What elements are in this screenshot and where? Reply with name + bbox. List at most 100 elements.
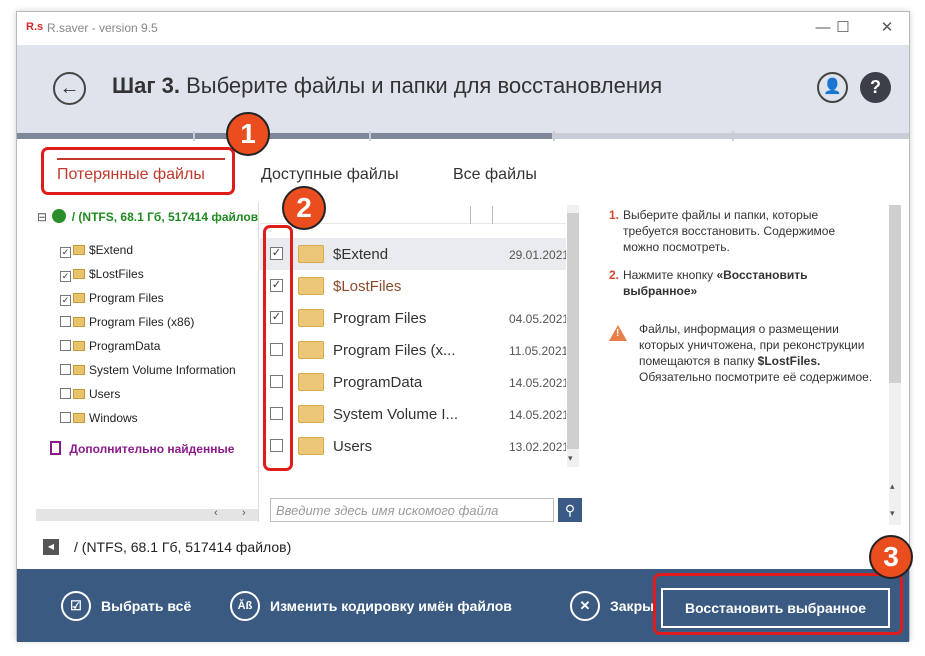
- file-row[interactable]: ✓ $Extend 29.01.2021: [260, 238, 566, 270]
- help-scrollbar[interactable]: ▴ ▾: [889, 205, 901, 525]
- folder-icon: [298, 309, 324, 327]
- file-name: $Extend: [333, 246, 389, 263]
- highlight-tab: [41, 147, 235, 195]
- column-separator[interactable]: [470, 206, 471, 224]
- folder-icon: [298, 437, 324, 455]
- file-row[interactable]: Windows14.05.2021: [260, 462, 566, 469]
- tree-item-checkbox[interactable]: ✓: [60, 295, 71, 306]
- file-row[interactable]: System Volume I... 14.05.2021: [260, 398, 566, 430]
- tree-item[interactable]: ✓ Program Files: [60, 291, 164, 311]
- scroll-right-icon[interactable]: ›: [242, 507, 246, 519]
- tree-extra-found[interactable]: Дополнительно найденные: [50, 441, 234, 461]
- folder-icon: [298, 405, 324, 423]
- progress-tick: [369, 131, 371, 141]
- scrollbar-thumb[interactable]: [889, 205, 901, 383]
- file-list-scrollbar[interactable]: ▾: [567, 205, 579, 467]
- progress-fill: [17, 133, 553, 139]
- tree-item[interactable]: Windows: [60, 411, 138, 431]
- help-step-2-text: Нажмите кнопку «Восстановить выбранное»: [623, 267, 873, 299]
- wizard-header: ← Шаг 3. Выберите файлы и папки для восс…: [17, 45, 909, 133]
- file-row[interactable]: ProgramData 14.05.2021: [260, 366, 566, 398]
- user-icon[interactable]: 👤: [817, 72, 848, 103]
- warning-mark: !: [616, 328, 620, 339]
- help-warning-folder: $LostFiles.: [757, 354, 821, 368]
- scroll-up-icon[interactable]: ▴: [890, 481, 895, 492]
- file-row[interactable]: Users 13.02.2021: [260, 430, 566, 462]
- tree-root[interactable]: ⊟ / (NTFS, 68.1 Гб, 517414 файлов): [37, 209, 258, 229]
- select-all-label: Выбрать всё: [101, 598, 192, 614]
- help-step-1-number: 1.: [609, 208, 620, 222]
- file-name: Program Files (x...: [333, 342, 456, 359]
- tree-item-label: Users: [89, 387, 121, 401]
- tab-available-files[interactable]: Доступные файлы: [261, 166, 399, 184]
- search-icon[interactable]: ⚲: [558, 498, 582, 522]
- file-name: Users: [333, 438, 373, 455]
- tree-item-checkbox[interactable]: [60, 340, 71, 351]
- scrollbar-thumb[interactable]: [567, 213, 579, 449]
- file-list: ✓ $Extend 29.01.2021 ✓ $LostFiles ✓ Program Fi…: [260, 202, 566, 469]
- file-row[interactable]: Program Files (x... 11.05.2021: [260, 334, 566, 366]
- tree-horizontal-scrollbar[interactable]: ‹ ›: [36, 507, 258, 521]
- tree-item-checkbox[interactable]: [60, 364, 71, 375]
- file-name: ProgramData: [333, 374, 423, 391]
- scroll-down-icon[interactable]: ▾: [890, 508, 895, 519]
- progress-tick: [732, 131, 734, 141]
- disk-icon: [52, 209, 67, 223]
- folder-icon: [298, 341, 324, 359]
- tree-item-checkbox[interactable]: ✓: [60, 247, 71, 258]
- close-icon[interactable]: ✕: [867, 16, 907, 40]
- collapse-icon[interactable]: ⊟: [37, 210, 47, 224]
- tree-item[interactable]: ✓ $LostFiles: [60, 267, 144, 287]
- annotation-badge-1: 1: [226, 112, 270, 156]
- file-row[interactable]: ✓ $LostFiles: [260, 270, 566, 302]
- file-date: 11.05.2021: [509, 344, 566, 358]
- app-logo: R.s: [26, 21, 44, 33]
- tree-item-label: $LostFiles: [89, 267, 144, 281]
- help-warning-text: Файлы, информация о размещении которых у…: [639, 321, 879, 385]
- tree-extra-label: Дополнительно найденные: [69, 442, 235, 456]
- file-row[interactable]: ✓ Program Files 04.05.2021: [260, 302, 566, 334]
- scroll-down-icon[interactable]: ▾: [568, 453, 573, 464]
- folder-icon: [73, 245, 85, 255]
- close-label: Закрыть: [610, 598, 654, 614]
- file-name: System Volume I...: [333, 406, 459, 423]
- change-encoding-label: Изменить кодировку имён файлов: [270, 598, 512, 614]
- tab-all-files[interactable]: Все файлы: [453, 166, 537, 184]
- tree-item[interactable]: ✓ $Extend: [60, 243, 133, 263]
- highlight-restore-button: [653, 573, 903, 635]
- tree-item-checkbox[interactable]: [60, 388, 71, 399]
- folder-icon: [298, 373, 324, 391]
- tree-item-label: ProgramData: [89, 339, 161, 353]
- tree-root-label: / (NTFS, 68.1 Гб, 517414 файлов): [71, 210, 258, 224]
- folder-icon: [73, 389, 85, 399]
- help-step-2-number: 2.: [609, 268, 620, 282]
- wizard-progress: [17, 131, 909, 141]
- tree-item-checkbox[interactable]: ✓: [60, 271, 71, 282]
- close-button[interactable]: ✕ Закрыть: [570, 591, 654, 621]
- scroll-left-icon[interactable]: ‹: [214, 507, 218, 519]
- file-date: 13.02.2021: [509, 440, 566, 454]
- file-date: 14.05.2021: [509, 408, 566, 422]
- tree-item-label: Program Files (x86): [89, 315, 195, 329]
- tree-item[interactable]: Program Files (x86): [60, 315, 194, 335]
- maximize-icon[interactable]: ☐: [823, 16, 863, 40]
- collapse-panel-icon[interactable]: ◀: [43, 539, 59, 555]
- tree-item-label: System Volume Information: [89, 363, 236, 377]
- back-icon[interactable]: ←: [53, 72, 86, 105]
- close-icon: ✕: [570, 591, 600, 621]
- file-date: 04.05.2021: [509, 312, 566, 326]
- folder-tree: ⊟ / (NTFS, 68.1 Гб, 517414 файлов) ✓ $Ext…: [36, 205, 258, 525]
- tree-item-checkbox[interactable]: [60, 316, 71, 327]
- help-icon[interactable]: ?: [860, 72, 891, 103]
- tree-item-checkbox[interactable]: [60, 412, 71, 423]
- tree-item[interactable]: Users: [60, 387, 120, 407]
- tree-item[interactable]: System Volume Information: [60, 363, 236, 383]
- tree-item[interactable]: ProgramData: [60, 339, 160, 359]
- folder-icon: [73, 269, 85, 279]
- step-label: Шаг 3.: [112, 73, 180, 98]
- tree-item-label: Program Files: [89, 291, 164, 305]
- column-separator[interactable]: [492, 206, 493, 224]
- search-input[interactable]: [270, 498, 554, 522]
- step-text: Выберите файлы и папки для восстановлени…: [186, 73, 663, 98]
- folder-icon: [73, 293, 85, 303]
